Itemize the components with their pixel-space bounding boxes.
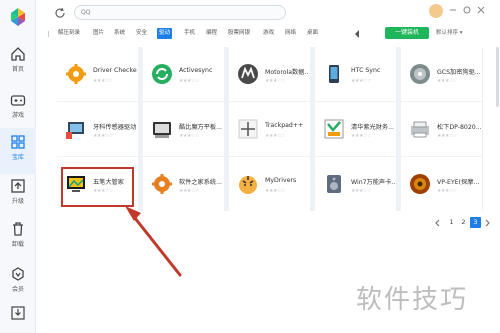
watermark-text: 软件技巧 bbox=[356, 285, 469, 315]
